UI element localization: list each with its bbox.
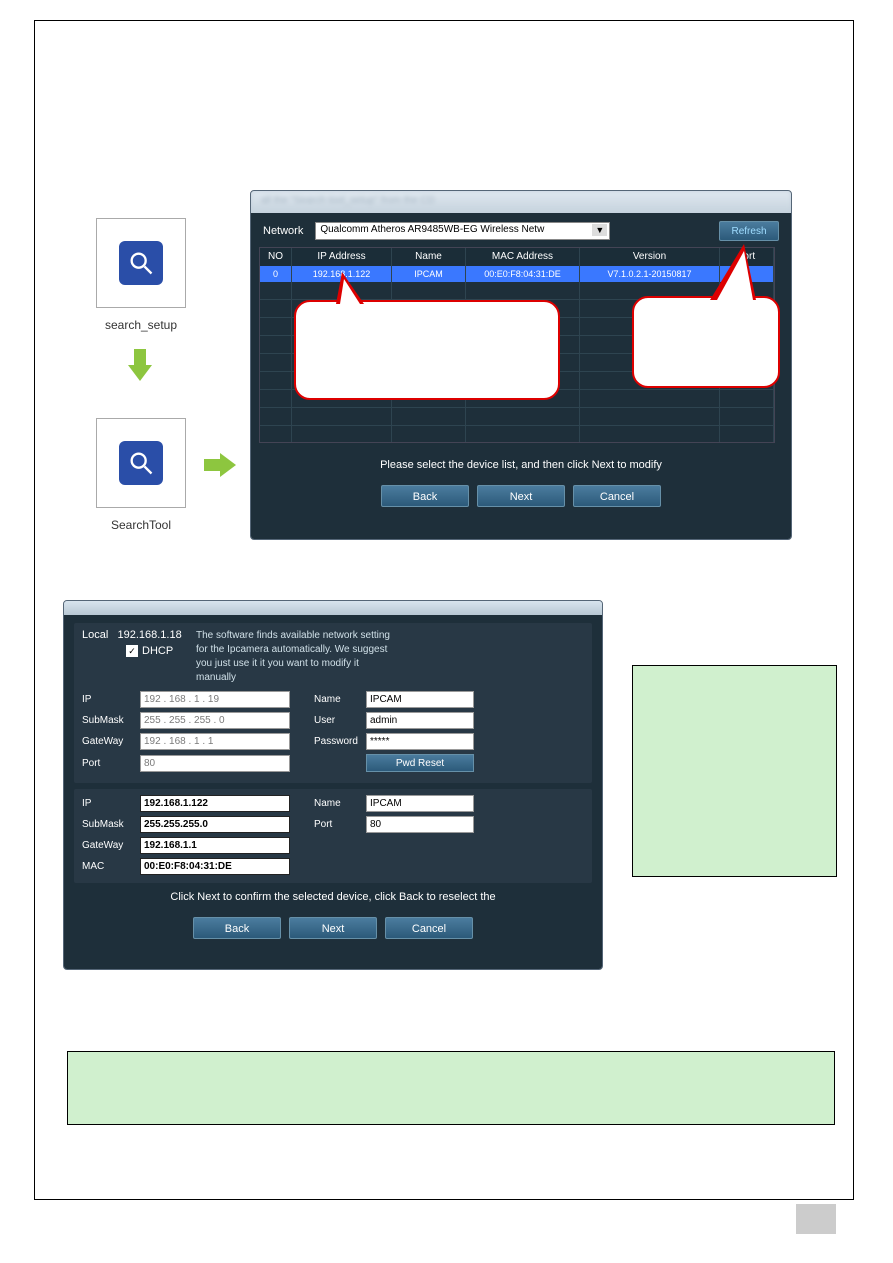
local-label: Local bbox=[82, 629, 108, 641]
dhcp-label: DHCP bbox=[142, 645, 173, 657]
page-number-box bbox=[796, 1204, 836, 1234]
callout-bubble-refresh bbox=[632, 296, 780, 388]
cell-version: V7.1.0.2.1-20150817 bbox=[580, 266, 720, 282]
window2-body: Local 192.168.1.18 ✓ DHCP The software f… bbox=[64, 615, 602, 970]
callout-bubble-ip bbox=[294, 300, 560, 400]
searchtool-icon-box[interactable] bbox=[96, 418, 186, 508]
back-button[interactable]: Back bbox=[381, 485, 469, 507]
dhcp-checkbox[interactable]: ✓ DHCP bbox=[126, 645, 188, 657]
magnifier-icon bbox=[119, 241, 163, 285]
local-ip: 192.168.1.18 bbox=[117, 629, 181, 641]
submask-label: SubMask bbox=[82, 715, 140, 726]
name-input[interactable]: IPCAM bbox=[366, 691, 474, 708]
checkbox-check-icon: ✓ bbox=[126, 645, 138, 657]
submask-label-2: SubMask bbox=[82, 819, 140, 830]
config-window: Local 192.168.1.18 ✓ DHCP The software f… bbox=[63, 600, 603, 970]
password-input[interactable]: ***** bbox=[366, 733, 474, 750]
pwd-reset-button[interactable]: Pwd Reset bbox=[366, 754, 474, 772]
section-device-settings: IP 192.168.1.122 Name IPCAM SubMask 255.… bbox=[74, 789, 592, 883]
mac-label: MAC bbox=[82, 861, 140, 872]
ip-label-2: IP bbox=[82, 798, 140, 809]
gateway-input[interactable]: 192 . 168 . 1 . 1 bbox=[140, 733, 290, 750]
name-label: Name bbox=[314, 694, 366, 705]
cell-no: 0 bbox=[260, 266, 292, 282]
port-label-2: Port bbox=[314, 819, 366, 830]
ip-input-2[interactable]: 192.168.1.122 bbox=[140, 795, 290, 812]
user-label: User bbox=[314, 715, 366, 726]
window2-titlebar bbox=[64, 601, 602, 615]
table-header: NO IP Address Name MAC Address Version p… bbox=[260, 248, 774, 266]
port-input-2[interactable]: 80 bbox=[366, 816, 474, 833]
name-input-2[interactable]: IPCAM bbox=[366, 795, 474, 812]
submask-input[interactable]: 255 . 255 . 255 . 0 bbox=[140, 712, 290, 729]
search-setup-icon-box[interactable] bbox=[96, 218, 186, 308]
next-button-2[interactable]: Next bbox=[289, 917, 377, 939]
refresh-button[interactable]: Refresh bbox=[719, 221, 779, 241]
cell-name: IPCAM bbox=[392, 266, 466, 282]
arrow-right-icon bbox=[200, 445, 240, 490]
search-setup-caption: search_setup bbox=[91, 318, 191, 332]
ip-label: IP bbox=[82, 694, 140, 705]
gateway-input-2[interactable]: 192.168.1.1 bbox=[140, 837, 290, 854]
window-title-blurred: all the "Search tool_setup" from the CD bbox=[251, 191, 791, 213]
col-no: NO bbox=[260, 248, 292, 266]
instruction-text-2: Click Next to confirm the selected devic… bbox=[74, 891, 592, 903]
port-label: Port bbox=[82, 758, 140, 769]
gateway-label-2: GateWay bbox=[82, 840, 140, 851]
port-input[interactable]: 80 bbox=[140, 755, 290, 772]
info-text: The software finds available network set… bbox=[196, 629, 396, 685]
instruction-text: Please select the device list, and then … bbox=[259, 459, 783, 471]
note-box-bottom bbox=[67, 1051, 835, 1125]
name-label-2: Name bbox=[314, 798, 366, 809]
ip-input[interactable]: 192 . 168 . 1 . 19 bbox=[140, 691, 290, 708]
cell-mac: 00:E0:F8:04:31:DE bbox=[466, 266, 580, 282]
next-button[interactable]: Next bbox=[477, 485, 565, 507]
col-name: Name bbox=[392, 248, 466, 266]
network-label: Network bbox=[263, 225, 303, 237]
arrow-down-icon bbox=[120, 345, 160, 390]
cancel-button[interactable]: Cancel bbox=[573, 485, 661, 507]
gateway-label: GateWay bbox=[82, 736, 140, 747]
mac-input[interactable]: 00:E0:F8:04:31:DE bbox=[140, 858, 290, 875]
submask-input-2[interactable]: 255.255.255.0 bbox=[140, 816, 290, 833]
searchtool-caption: SearchTool bbox=[91, 518, 191, 532]
user-input[interactable]: admin bbox=[366, 712, 474, 729]
note-box-right bbox=[632, 665, 837, 877]
network-adapter-select[interactable]: Qualcomm Atheros AR9485WB-EG Wireless Ne… bbox=[315, 222, 610, 240]
cancel-button-2[interactable]: Cancel bbox=[385, 917, 473, 939]
password-label: Password bbox=[314, 736, 366, 747]
col-mac: MAC Address bbox=[466, 248, 580, 266]
section-local-settings: Local 192.168.1.18 ✓ DHCP The software f… bbox=[74, 623, 592, 783]
magnifier-icon bbox=[119, 441, 163, 485]
col-version: Version bbox=[580, 248, 720, 266]
col-ip: IP Address bbox=[292, 248, 392, 266]
back-button-2[interactable]: Back bbox=[193, 917, 281, 939]
